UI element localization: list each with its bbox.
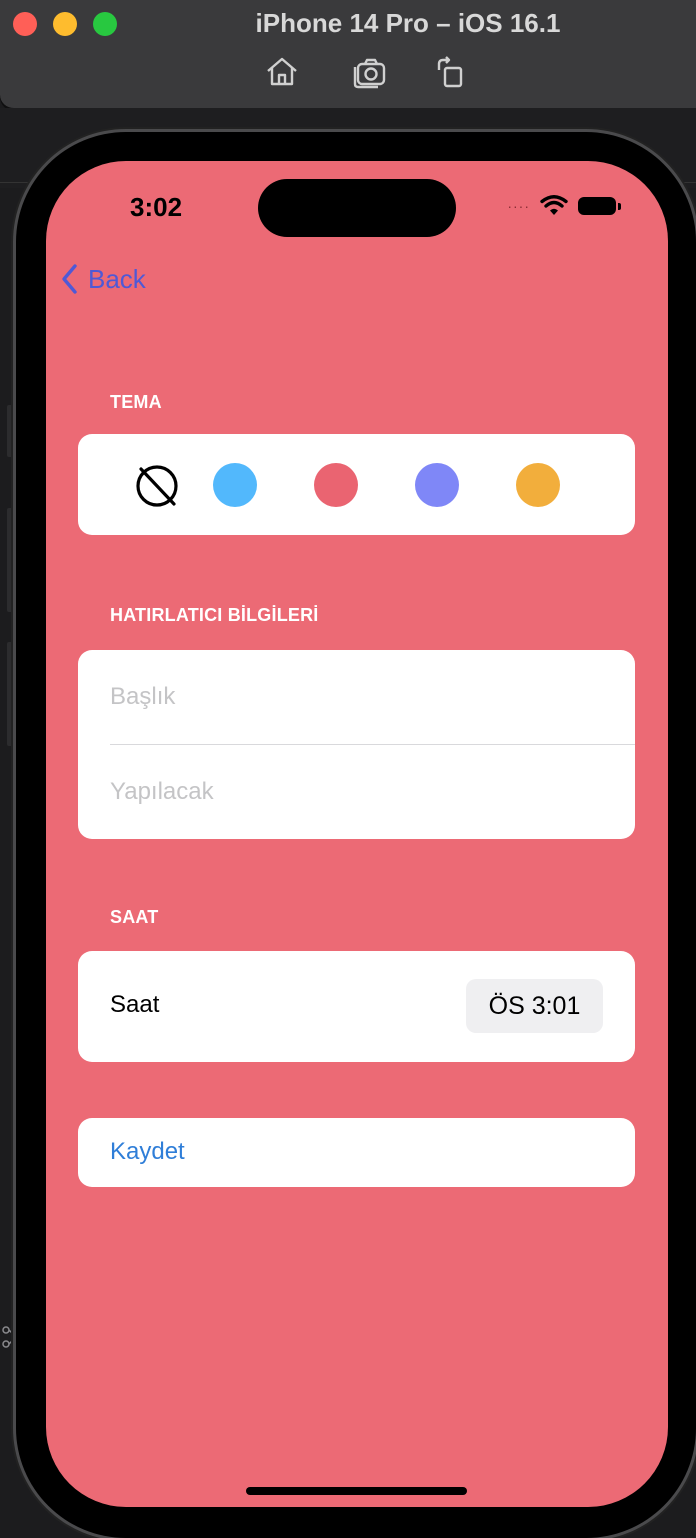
time-card: Saat ÖS 3:01 [78,951,635,1062]
todo-input[interactable] [110,745,635,839]
save-button[interactable]: Kaydet [78,1118,635,1187]
cellular-signal-icon: ···· [507,198,530,214]
window-close-button[interactable] [13,12,37,36]
time-section-header: SAAT [110,907,159,927]
screenshot-icon[interactable] [352,54,388,90]
rotate-icon[interactable] [433,54,469,90]
back-button[interactable]: Back [60,263,146,295]
device-volume-up [7,508,15,612]
time-label: Saat [110,991,160,1018]
chevron-left-icon [62,264,77,294]
device-volume-down [7,642,15,746]
reminder-info-card [78,650,635,839]
home-icon[interactable] [264,54,300,90]
simulator-title: iPhone 14 Pro – iOS 16.1 [255,8,561,38]
status-indicators: ···· [507,193,621,219]
color-swatch-red[interactable] [314,463,358,507]
back-label: Back [88,263,146,294]
time-picker-button[interactable]: ÖS 3:01 [466,979,603,1033]
no-color-icon[interactable] [133,462,181,510]
theme-color-picker [78,434,635,535]
status-time: 3:02 [130,192,183,222]
dynamic-island [258,179,456,237]
battery-icon [578,197,621,215]
device-action-button [7,405,15,457]
window-zoom-button[interactable] [93,12,117,36]
home-indicator[interactable] [246,1487,467,1495]
wifi-icon [540,195,568,217]
color-swatch-purple[interactable] [415,463,459,507]
simulator-titlebar: iPhone 14 Pro – iOS 16.1 [0,0,696,109]
color-swatch-blue[interactable] [213,463,257,507]
save-label: Kaydet [110,1138,185,1165]
color-swatch-orange[interactable] [516,463,560,507]
window-minimize-button[interactable] [53,12,77,36]
theme-section-header: TEMA [110,392,162,412]
title-input[interactable] [110,650,635,744]
app-screen: 3:02 ···· Back TEMA HATIRLATICI BİLGİLER… [46,161,668,1507]
info-section-header: HATIRLATICI BİLGİLERİ [110,605,319,625]
